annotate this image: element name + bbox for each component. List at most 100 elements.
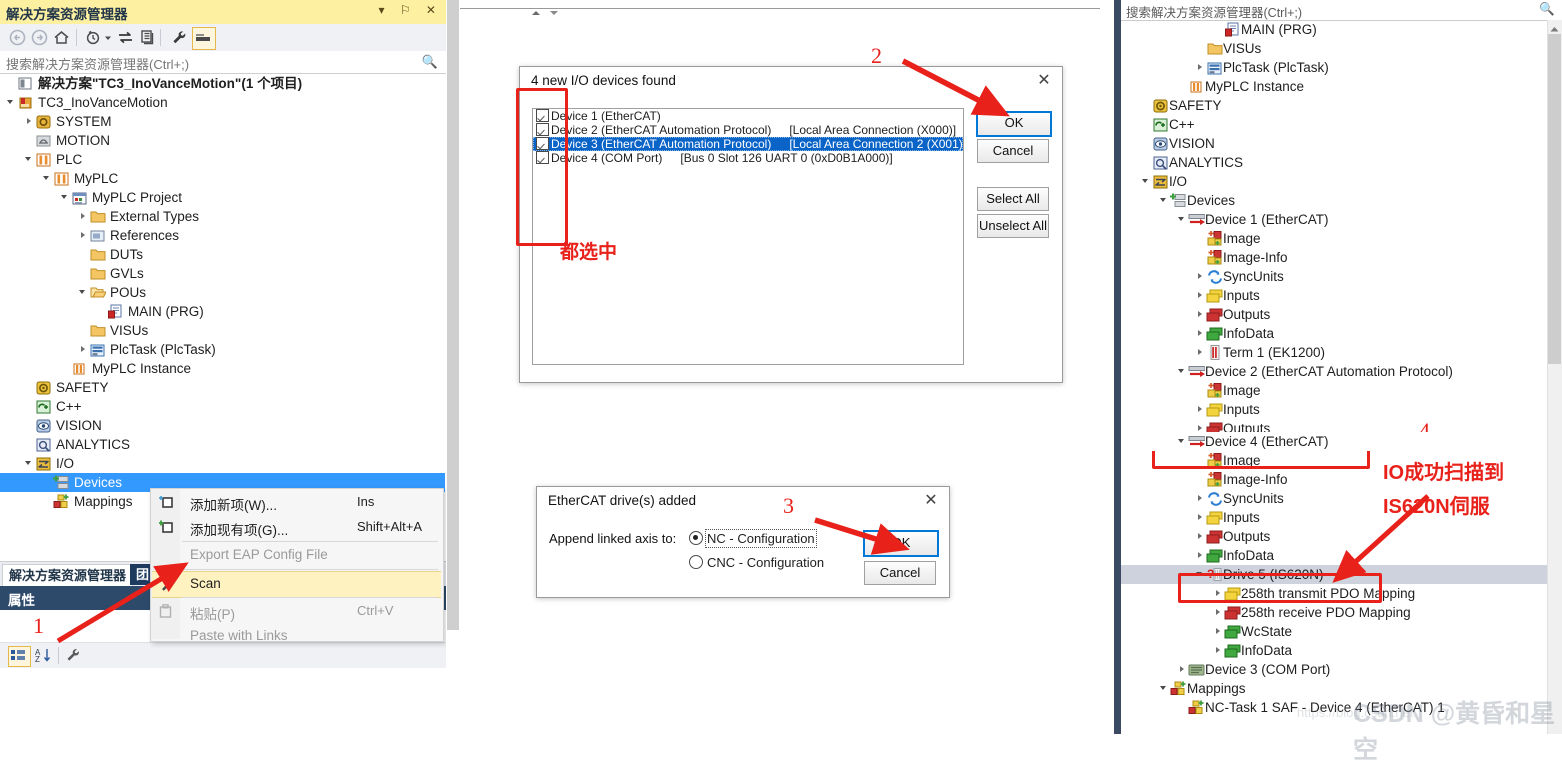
- expander-icon[interactable]: [1213, 622, 1224, 641]
- tree-item[interactable]: SAFETY: [1121, 96, 1547, 115]
- show-all-files-icon[interactable]: [138, 28, 157, 47]
- tree-item[interactable]: VISUs: [0, 321, 445, 340]
- expander-icon[interactable]: [24, 112, 35, 131]
- tree-item[interactable]: MyPLC Instance: [0, 359, 445, 378]
- expander-icon[interactable]: [1177, 432, 1188, 451]
- tree-item[interactable]: Image: [1121, 381, 1547, 400]
- tree-item[interactable]: ANALYTICS: [0, 435, 445, 454]
- tree-item[interactable]: Inputs: [1121, 286, 1547, 305]
- cnc-configuration-radio[interactable]: CNC - Configuration: [689, 555, 824, 570]
- expander-icon[interactable]: [42, 169, 53, 188]
- tree-item[interactable]: Device 3 (COM Port): [1121, 660, 1547, 679]
- device-list-item[interactable]: Device 3 (EtherCAT Automation Protocol) […: [533, 137, 963, 151]
- chevron-down-icon[interactable]: [104, 28, 112, 47]
- tree-item[interactable]: MOTION: [0, 131, 445, 150]
- tree-item[interactable]: GVLs: [0, 264, 445, 283]
- expander-icon[interactable]: [1195, 489, 1206, 508]
- tree-item[interactable]: WcState: [1121, 622, 1547, 641]
- editor-scrollbar[interactable]: [447, 0, 459, 600]
- editor-scrollbar-lower[interactable]: [447, 600, 459, 630]
- back-icon[interactable]: [8, 28, 27, 47]
- expander-icon[interactable]: [1177, 362, 1188, 381]
- tree-item[interactable]: InfoData: [1121, 641, 1547, 660]
- search-icon[interactable]: 🔍: [422, 54, 438, 70]
- tree-item[interactable]: PLC: [0, 150, 445, 169]
- expander-icon[interactable]: [1141, 172, 1152, 191]
- expander-icon[interactable]: [24, 454, 35, 473]
- expander-icon[interactable]: [1195, 527, 1206, 546]
- unselect-all-button[interactable]: Unselect All: [977, 214, 1049, 238]
- tree-item[interactable]: SAFETY: [0, 378, 445, 397]
- tree-item[interactable]: I/O: [0, 454, 445, 473]
- expander-icon[interactable]: [1195, 546, 1206, 565]
- tree-item[interactable]: DUTs: [0, 245, 445, 264]
- tree-item[interactable]: MyPLC Project: [0, 188, 445, 207]
- search-input[interactable]: 搜索解决方案资源管理器(Ctrl+;): [6, 54, 189, 73]
- right-solution-tree[interactable]: MAIN (PRG) VISUs PlcTask (PlcTask) MyPLC In…: [1121, 20, 1547, 734]
- drives-ok-button[interactable]: OK: [863, 530, 939, 557]
- expander-icon[interactable]: [1195, 508, 1206, 527]
- expander-icon[interactable]: [1195, 400, 1206, 419]
- tree-item[interactable]: Device 4 (EtherCAT): [1121, 432, 1477, 451]
- expander-icon[interactable]: [1195, 305, 1206, 324]
- nc-radio-mark[interactable]: [689, 531, 703, 545]
- tree-item[interactable]: Devices: [1121, 191, 1547, 210]
- tree-item[interactable]: SYSTEM: [0, 112, 445, 131]
- home-icon[interactable]: [52, 28, 71, 47]
- tree-item[interactable]: InfoData: [1121, 546, 1547, 565]
- expander-icon[interactable]: [78, 207, 89, 226]
- tree-item[interactable]: VISION: [0, 416, 445, 435]
- expander-icon[interactable]: [60, 188, 71, 207]
- expander-icon[interactable]: [24, 150, 35, 169]
- forward-icon[interactable]: [30, 28, 49, 47]
- expander-icon[interactable]: [1177, 210, 1188, 229]
- tree-item[interactable]: MyPLC Instance: [1121, 77, 1547, 96]
- tree-item[interactable]: Image: [1121, 229, 1547, 248]
- alphabetical-icon[interactable]: AZ: [34, 647, 53, 667]
- menu-item-4[interactable]: Scan: [152, 571, 441, 598]
- tree-item[interactable]: Term 1 (EK1200): [1121, 343, 1547, 362]
- expander-icon[interactable]: [1213, 641, 1224, 660]
- pending-changes-icon[interactable]: [84, 28, 103, 47]
- tree-item[interactable]: VISION: [1121, 134, 1547, 153]
- tree-item[interactable]: Inputs: [1121, 400, 1547, 419]
- ethercat-drives-dialog[interactable]: EtherCAT drive(s) added ✕ Append linked …: [536, 486, 950, 598]
- categorized-icon[interactable]: [8, 646, 31, 667]
- tree-item[interactable]: External Types: [0, 207, 445, 226]
- chevron-up-icon[interactable]: [530, 5, 542, 20]
- expander-icon[interactable]: [6, 93, 17, 112]
- tree-item[interactable]: I/O: [1121, 172, 1547, 191]
- tree-item[interactable]: MAIN (PRG): [1121, 20, 1547, 39]
- chevron-down-icon-2[interactable]: [548, 5, 560, 20]
- properties-icon[interactable]: [170, 28, 189, 47]
- refresh-icon[interactable]: [116, 28, 135, 47]
- tree-item[interactable]: PlcTask (PlcTask): [1121, 58, 1547, 77]
- expander-icon[interactable]: [78, 283, 89, 302]
- io-devices-cancel-button[interactable]: Cancel: [977, 139, 1049, 163]
- tree-item[interactable]: 解决方案"TC3_InoVanceMotion"(1 个项目): [0, 74, 445, 93]
- nc-configuration-radio[interactable]: NC - Configuration: [689, 529, 817, 548]
- tree-item[interactable]: C++: [0, 397, 445, 416]
- device-list-item[interactable]: Device 1 (EtherCAT): [533, 109, 963, 123]
- tree-item[interactable]: Device 1 (EtherCAT): [1121, 210, 1547, 229]
- expander-icon[interactable]: [78, 226, 89, 245]
- tree-item[interactable]: MAIN (PRG): [0, 302, 445, 321]
- expander-icon[interactable]: [1213, 603, 1224, 622]
- device-list-item[interactable]: Device 2 (EtherCAT Automation Protocol) […: [533, 123, 963, 137]
- expander-icon[interactable]: [1195, 324, 1206, 343]
- expander-icon[interactable]: [78, 340, 89, 359]
- tree-item[interactable]: Outputs: [1121, 305, 1547, 324]
- right-search-box[interactable]: 搜索解决方案资源管理器(Ctrl+;) 🔍: [1121, 0, 1562, 21]
- close-icon[interactable]: ✕: [1026, 67, 1062, 95]
- tree-item[interactable]: 258th receive PDO Mapping: [1121, 603, 1547, 622]
- expander-icon[interactable]: [1159, 679, 1170, 698]
- expander-icon[interactable]: [1195, 343, 1206, 362]
- cnc-radio-mark[interactable]: [689, 555, 703, 569]
- tree-item[interactable]: TC3_InoVanceMotion: [0, 93, 445, 112]
- tree-item[interactable]: Device 2 (EtherCAT Automation Protocol): [1121, 362, 1547, 381]
- tree-item[interactable]: POUs: [0, 283, 445, 302]
- tree-item[interactable]: ANALYTICS: [1121, 153, 1547, 172]
- property-pages-icon[interactable]: [64, 647, 83, 667]
- tree-item[interactable]: PlcTask (PlcTask): [0, 340, 445, 359]
- expander-icon[interactable]: [1195, 58, 1206, 77]
